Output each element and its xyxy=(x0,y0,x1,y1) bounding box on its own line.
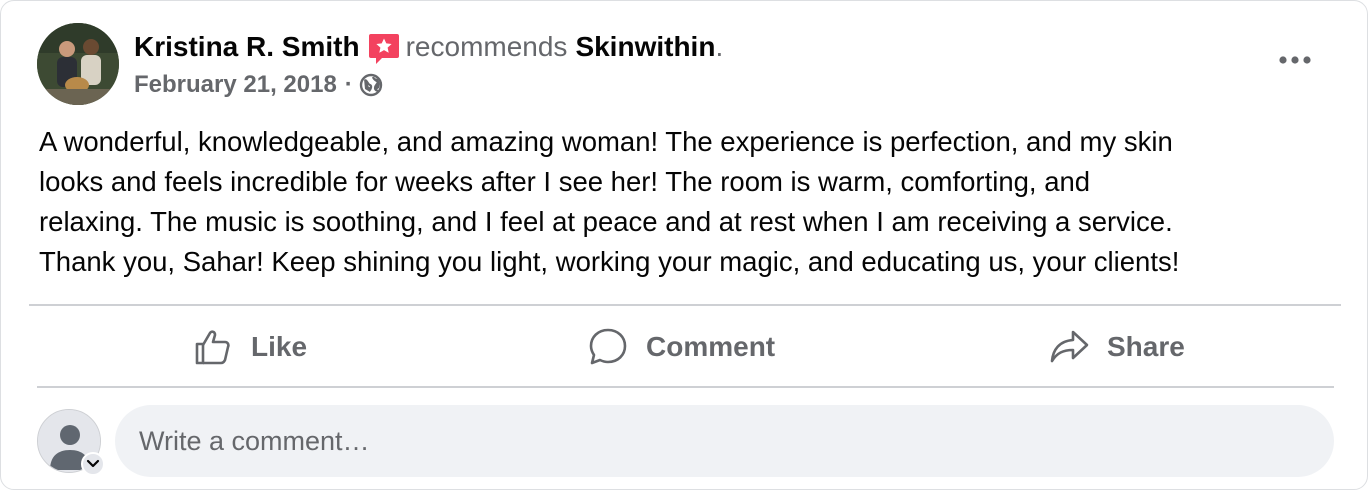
post-card: Kristina R. Smith recommends Skinwithin … xyxy=(0,0,1368,490)
meta-separator: · xyxy=(344,71,353,98)
chevron-down-icon[interactable] xyxy=(81,452,105,476)
divider xyxy=(29,304,1341,306)
thumbs-up-icon xyxy=(195,330,230,365)
post-header: Kristina R. Smith recommends Skinwithin … xyxy=(37,23,1337,107)
globe-icon xyxy=(359,73,383,97)
page-name-link[interactable]: Skinwithin xyxy=(575,30,715,64)
post-title-line: Kristina R. Smith recommends Skinwithin … xyxy=(134,30,723,64)
post-body: A wonderful, knowledgeable, and amazing … xyxy=(39,122,1339,282)
comment-button[interactable]: Comment xyxy=(588,311,775,383)
comment-label: Comment xyxy=(646,331,776,362)
like-button[interactable]: Like xyxy=(193,311,307,383)
share-label: Share xyxy=(1107,331,1185,362)
divider xyxy=(37,386,1334,388)
title-period: . xyxy=(715,31,724,62)
post-date[interactable]: February 21, 2018 xyxy=(134,70,337,100)
like-label: Like xyxy=(251,331,308,362)
share-button[interactable]: Share xyxy=(1049,311,1185,383)
share-arrow-icon xyxy=(1050,330,1089,363)
more-options-icon[interactable] xyxy=(1275,45,1315,75)
comment-bubble-icon xyxy=(589,328,627,365)
recommendation-star-icon xyxy=(368,32,400,66)
post-body-line: A wonderful, knowledgeable, and amazing … xyxy=(39,126,1173,157)
recommends-text: recommends xyxy=(405,31,568,62)
post-meta: February 21, 2018 · xyxy=(134,70,383,100)
post-body-line: Thank you, Sahar! Keep shining you light… xyxy=(39,246,1180,277)
action-bar: Like Comment Share xyxy=(29,311,1341,383)
post-body-line: looks and feels incredible for weeks aft… xyxy=(39,166,1091,197)
post-body-line: relaxing. The music is soothing, and I f… xyxy=(39,206,1173,237)
author-name[interactable]: Kristina R. Smith xyxy=(134,30,360,64)
comment-input[interactable] xyxy=(115,405,1334,477)
author-avatar[interactable] xyxy=(37,23,119,105)
